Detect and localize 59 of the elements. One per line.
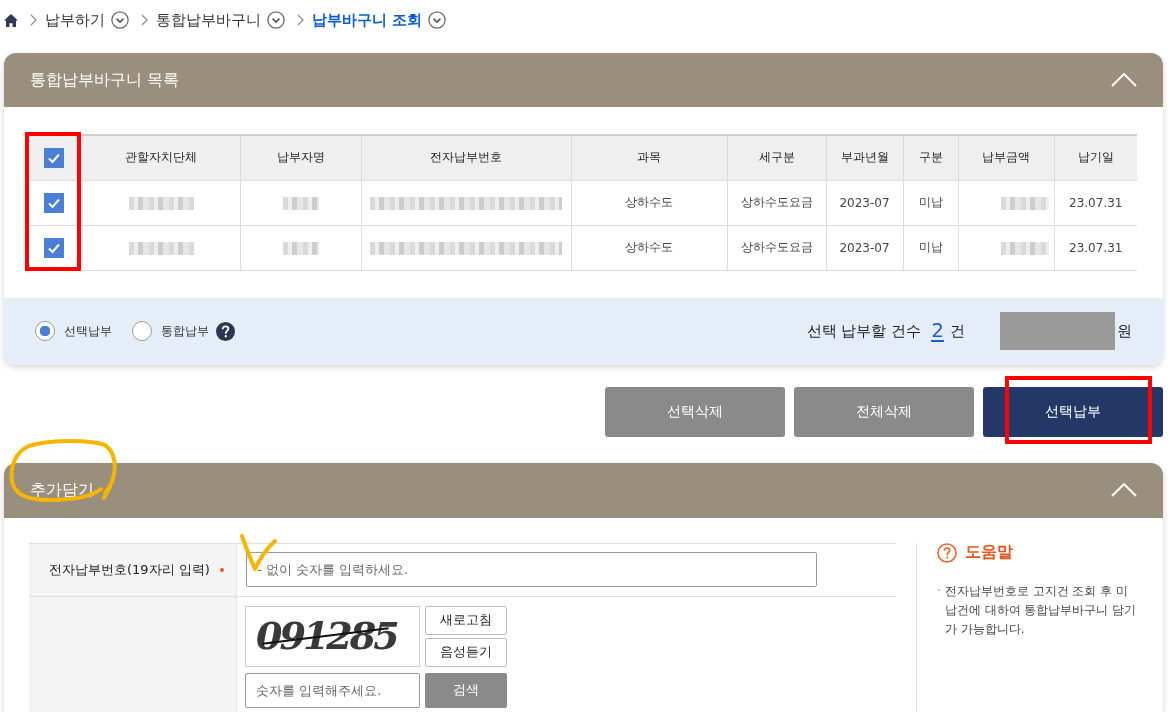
- blurred-text: [282, 241, 319, 255]
- breadcrumb-link[interactable]: 통합납부바구니: [156, 10, 261, 30]
- row-checkbox[interactable]: [43, 237, 64, 258]
- help-icon[interactable]: [216, 321, 235, 341]
- table-cell: 상하수도요금: [727, 180, 826, 225]
- currency-unit: 원: [1117, 321, 1132, 341]
- chevron-up-icon[interactable]: [1111, 483, 1137, 497]
- chevron-down-circle-icon[interactable]: [428, 11, 447, 29]
- radio-icon[interactable]: [132, 321, 152, 341]
- selected-count: 2: [931, 320, 944, 342]
- blurred-text: [1000, 241, 1049, 255]
- table-cell: 상하수도: [571, 180, 727, 225]
- select-all-checkbox[interactable]: [43, 147, 64, 168]
- table-cell: 미납: [903, 225, 958, 270]
- help-title: 도움말: [965, 542, 1013, 563]
- blurred-text: [128, 196, 194, 210]
- column-header: 구분: [903, 135, 958, 180]
- chevron-right-icon: [297, 14, 304, 26]
- help-text: 전자납부번호로 고지건 조회 후 미납건에 대하여 통합납부바구니 담기가 가능합니다.: [944, 582, 1138, 638]
- blurred-text: [128, 241, 194, 255]
- panel-title: 통합납부바구니 목록: [30, 69, 180, 91]
- chevron-down-circle-icon[interactable]: [111, 11, 129, 29]
- input-field[interactable]: - 없이 숫자를 입력하세요.: [246, 552, 817, 587]
- table-cell: 미납: [903, 180, 958, 225]
- breadcrumb-link[interactable]: 납부하기: [45, 10, 105, 30]
- table-cell: 2023-07: [826, 225, 903, 270]
- help-icon: [937, 542, 957, 563]
- breadcrumb-link[interactable]: 납부바구니 조회: [312, 10, 423, 30]
- form-label: 전자납부번호(19자리 입력): [49, 560, 210, 579]
- action-button[interactable]: 선택납부: [983, 386, 1163, 437]
- refresh-button[interactable]: 새로고침: [425, 605, 507, 635]
- table-cell: 상하수도: [571, 225, 727, 270]
- home-icon[interactable]: [4, 13, 18, 27]
- column-header: 전자납부번호: [361, 135, 571, 180]
- column-header: 세구분: [727, 135, 826, 180]
- column-header: 납부금액: [958, 135, 1054, 180]
- row-checkbox[interactable]: [43, 192, 64, 213]
- radio-option[interactable]: 통합납부: [132, 321, 209, 341]
- summary-label: 선택 납부할 건수: [806, 321, 922, 341]
- radio-icon[interactable]: [35, 321, 55, 341]
- listen-button[interactable]: 음성듣기: [425, 637, 507, 667]
- panel-title: 추가담기: [30, 479, 94, 501]
- column-header: 납부자명: [240, 135, 361, 180]
- input-field[interactable]: 숫자를 입력해주세요.: [245, 672, 420, 708]
- radio-option[interactable]: 선택납부: [35, 321, 112, 341]
- count-unit: 건: [950, 321, 965, 341]
- chevron-right-icon: [30, 14, 37, 26]
- chevron-up-icon[interactable]: [1111, 73, 1137, 87]
- column-header: 부과년월: [826, 135, 903, 180]
- chevron-right-icon: [141, 14, 148, 26]
- column-header: 납기일: [1054, 135, 1137, 180]
- list-bullet: ·: [937, 582, 941, 600]
- blurred-text: [1000, 196, 1049, 210]
- table-cell: 상하수도요금: [727, 225, 826, 270]
- table-cell: 2023-07: [826, 180, 903, 225]
- chevron-down-circle-icon[interactable]: [267, 11, 285, 29]
- column-header: 과목: [571, 135, 727, 180]
- blurred-text: [282, 196, 319, 210]
- column-header: 관할자치단체: [82, 135, 240, 180]
